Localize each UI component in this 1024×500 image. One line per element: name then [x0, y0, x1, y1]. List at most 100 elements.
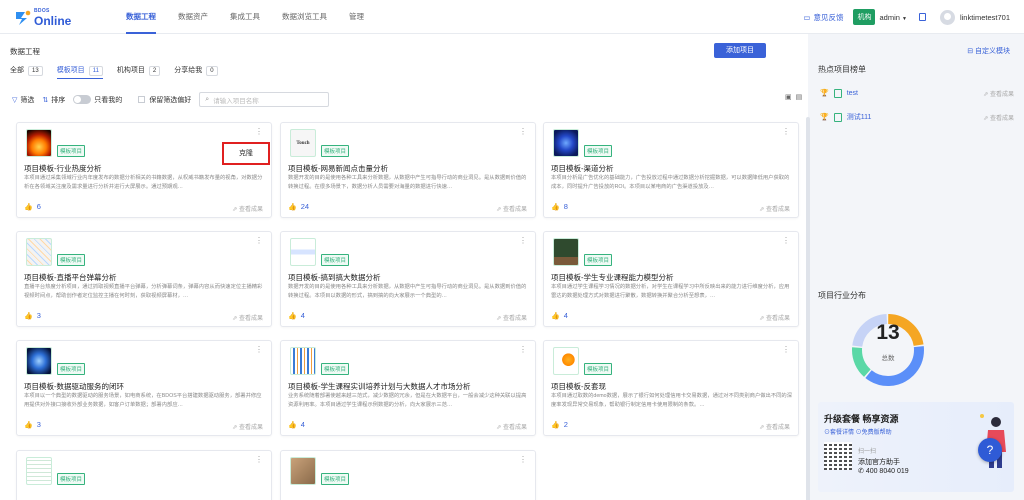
help-button[interactable]: ?: [978, 438, 1002, 462]
like-button[interactable]: 👍 6: [24, 202, 41, 211]
card-title[interactable]: 项目模板-渠道分析: [551, 163, 614, 174]
card-title[interactable]: 项目模板-行业热度分析: [24, 163, 102, 174]
view-results-link[interactable]: ⇗ 查看成果: [232, 313, 263, 322]
project-card[interactable]: 模板项目 ⋮ 项目模板-数据驱动服务的闭环 本项目以一个典型的数据驱动的服务场景…: [16, 340, 272, 436]
view-results-link[interactable]: ⇗ 查看成果: [759, 313, 790, 322]
thumbs-up-icon: 👍: [288, 203, 297, 211]
view-results-link[interactable]: ⇗ 查看成果: [759, 204, 790, 213]
more-icon[interactable]: ⋮: [255, 345, 263, 354]
more-icon[interactable]: ⋮: [255, 455, 263, 464]
project-card[interactable]: Touch 模板项目 ⋮ 项目模板-网易新闻点击量分析 数据开发的目的是使用各种…: [280, 122, 536, 218]
scan-label: 扫一扫: [858, 449, 877, 455]
card-title[interactable]: 项目模板-学生专业课程能力模型分析: [551, 272, 674, 283]
project-card[interactable]: 模板项目 ⋮: [280, 450, 536, 500]
project-card[interactable]: 模板项目 ⋮ 项目模板-搞到搞大数据分析 数据开发的目的是使用各种工具来分析数据…: [280, 231, 536, 327]
card-title[interactable]: 项目模板-学生课程实训培养计划与大数据人才市场分析: [288, 381, 471, 392]
nav-integration-tools[interactable]: 集成工具: [230, 0, 260, 34]
donut-label: 总数: [881, 355, 895, 362]
more-icon[interactable]: ⋮: [519, 127, 527, 136]
card-title[interactable]: 项目模板-数据驱动服务的闭环: [24, 381, 124, 392]
like-button[interactable]: 👍 4: [551, 311, 568, 320]
more-icon[interactable]: ⋮: [782, 127, 790, 136]
project-card[interactable]: 模板项目 ⋮ 项目模板-渠道分析 本项目分析是广告优化的基础能力，广告投放过程中…: [543, 122, 799, 218]
like-button[interactable]: 👍 3: [24, 311, 41, 320]
project-card[interactable]: 模板项目 ⋮ 项目模板-行业热度分析 本项目通过采集领域行业内年度发布的数据分析…: [16, 122, 272, 218]
view-results-label: 查看成果: [765, 425, 790, 431]
scrollbar[interactable]: [806, 117, 810, 500]
more-icon[interactable]: ⋮: [519, 455, 527, 464]
more-icon[interactable]: ⋮: [782, 236, 790, 245]
view-results-link[interactable]: ⇗ 查看成果: [983, 89, 1014, 98]
search-input[interactable]: ⌕ 请输入项目名称: [199, 92, 330, 107]
more-icon[interactable]: ⋮: [519, 236, 527, 245]
username[interactable]: linktimetest701: [960, 13, 1010, 22]
toggle-switch[interactable]: [73, 95, 92, 104]
add-project-button[interactable]: 添加项目: [714, 43, 766, 58]
project-card[interactable]: 模板项目 ⋮ 项目模板-学生专业课程能力模型分析 本项目通过学生课程学习情况的数…: [543, 231, 799, 327]
tab-template[interactable]: 模板项目 11: [56, 65, 104, 79]
customize-module-link[interactable]: ⊟ 自定义模块: [967, 46, 1010, 56]
card-title[interactable]: 项目模板-直播平台弹幕分析: [24, 272, 117, 283]
clone-button[interactable]: 克隆: [222, 142, 270, 165]
like-button[interactable]: 👍 4: [288, 311, 305, 320]
external-link-icon: ⇗: [496, 316, 503, 322]
view-results-link[interactable]: ⇗ 查看成果: [232, 422, 263, 431]
nav-data-assets[interactable]: 数据资产: [178, 0, 208, 34]
admin-dropdown[interactable]: admin ▼: [879, 13, 906, 22]
hot-project-name[interactable]: 测试111: [847, 112, 872, 122]
only-mine-toggle[interactable]: 只看我的: [73, 95, 122, 105]
project-card[interactable]: 模板项目 ⋮ 项目模板-学生课程实训培养计划与大数据人才市场分析 业务系统随着部…: [280, 340, 536, 436]
project-card[interactable]: 模板项目 ⋮ 项目模板-直播平台弹幕分析 直播平台热度分析项目，通过抓取视频直播…: [16, 231, 272, 327]
like-button[interactable]: 👍 24: [288, 202, 309, 211]
hot-project-item[interactable]: 🏆 测试111 ⇗ 查看成果: [820, 110, 1020, 124]
nav-data-engineering[interactable]: 数据工程: [126, 0, 156, 34]
avatar[interactable]: [939, 9, 955, 25]
grid-view-icon[interactable]: ▣: [785, 93, 792, 101]
nav-data-browse-tools[interactable]: 数据浏览工具: [282, 0, 327, 34]
tab-shared-label: 分享给我: [174, 67, 203, 74]
more-icon[interactable]: ⋮: [255, 236, 263, 245]
filter-button[interactable]: ▽ 筛选: [12, 95, 34, 105]
project-thumbnail: [26, 457, 52, 485]
logo[interactable]: BDOS Online: [14, 7, 74, 29]
right-sidebar: ⊟ 自定义模块 热点项目榜单 🏆 test ⇗ 查看成果 🏆 测试111 ⇗ 查…: [812, 34, 1024, 500]
tab-shared[interactable]: 分享给我 0: [174, 65, 218, 79]
feedback-icon: ▭: [803, 12, 811, 22]
project-card[interactable]: 模板项目 ⋮ 项目模板-反套现 本项目通过取数的demo数据，展示了银行如何处理…: [543, 340, 799, 436]
view-results-link[interactable]: ⇗ 查看成果: [232, 204, 263, 213]
like-button[interactable]: 👍 2: [551, 420, 568, 429]
tab-all[interactable]: 全部 13: [10, 65, 43, 79]
view-results-link[interactable]: ⇗ 查看成果: [496, 204, 527, 213]
view-results-link[interactable]: ⇗ 查看成果: [759, 422, 790, 431]
project-card[interactable]: 模板项目 ⋮: [16, 450, 272, 500]
feedback-link[interactable]: ▭ 意见反馈: [803, 12, 843, 23]
document-icon[interactable]: [918, 13, 926, 21]
card-title[interactable]: 项目模板-网易新闻点击量分析: [288, 163, 388, 174]
like-count: 24: [300, 202, 310, 211]
template-tag: 模板项目: [57, 254, 86, 266]
card-title[interactable]: 项目模板-搞到搞大数据分析: [288, 272, 381, 283]
sort-button[interactable]: ⇅ 排序: [42, 95, 65, 105]
like-button[interactable]: 👍 8: [551, 202, 568, 211]
hot-project-name[interactable]: test: [847, 90, 858, 97]
promo-links[interactable]: ⊙套餐详情 ⊙免费版帮助: [824, 427, 892, 436]
org-badge: 机构: [853, 9, 876, 25]
like-button[interactable]: 👍 3: [24, 420, 41, 429]
keep-filter-checkbox[interactable]: [138, 96, 146, 103]
card-description: 本项目通过取数的demo数据，展示了银行如何处理信用卡交易数据，通过对不同类别商…: [551, 393, 793, 408]
view-results-link[interactable]: ⇗ 查看成果: [496, 422, 527, 431]
view-results-link[interactable]: ⇗ 查看成果: [496, 313, 527, 322]
view-results-label: 查看成果: [765, 207, 790, 213]
more-icon[interactable]: ⋮: [519, 345, 527, 354]
more-icon[interactable]: ⋮: [782, 345, 790, 354]
hot-project-item[interactable]: 🏆 test ⇗ 查看成果: [820, 86, 1020, 100]
list-view-icon[interactable]: ▤: [796, 93, 803, 101]
card-title[interactable]: 项目模板-反套现: [551, 381, 606, 392]
nav-admin[interactable]: 管理: [349, 0, 364, 34]
more-icon[interactable]: ⋮: [255, 127, 263, 136]
external-link-icon: ⇗: [232, 316, 239, 322]
tab-org[interactable]: 机构项目 2: [117, 65, 161, 79]
like-count: 6: [36, 202, 41, 211]
view-results-link[interactable]: ⇗ 查看成果: [983, 113, 1014, 122]
like-button[interactable]: 👍 4: [288, 420, 305, 429]
